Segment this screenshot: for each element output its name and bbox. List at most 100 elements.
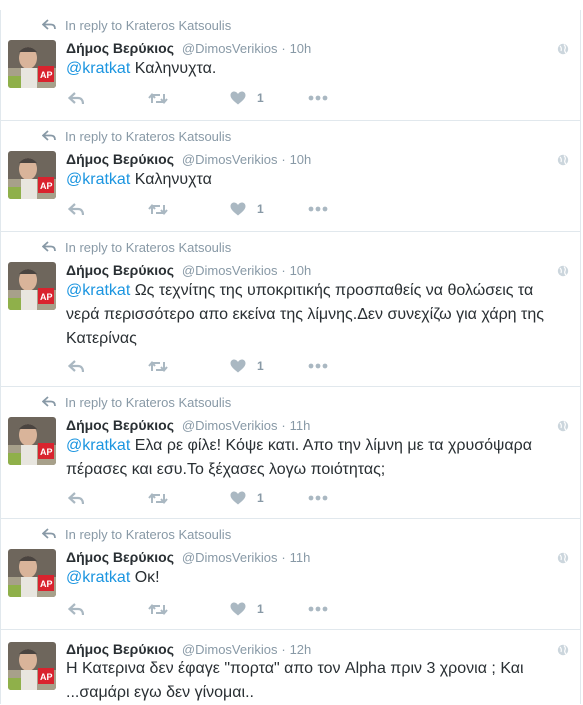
retweet-button[interactable] bbox=[148, 92, 230, 105]
reply-context[interactable]: In reply to Krateros Katsoulis bbox=[42, 393, 231, 411]
tweet[interactable]: In reply to Krateros Katsoulis AP Δήμος … bbox=[0, 232, 581, 387]
reply-context-text: In reply to Krateros Katsoulis bbox=[65, 17, 232, 33]
avatar[interactable]: AP bbox=[8, 417, 56, 465]
reply-button[interactable] bbox=[68, 491, 148, 505]
retweet-icon bbox=[148, 360, 168, 372]
reply-context-text: In reply to Krateros Katsoulis bbox=[65, 526, 232, 542]
retweet-button[interactable] bbox=[148, 360, 230, 373]
author-name[interactable]: Δήμος Βερύκιος bbox=[66, 151, 174, 167]
more-button[interactable] bbox=[308, 606, 328, 612]
mention-link[interactable]: @kratkat bbox=[66, 569, 130, 586]
separator-dot: · bbox=[281, 41, 286, 56]
reply-context[interactable]: In reply to Krateros Katsoulis bbox=[42, 127, 231, 145]
more-button[interactable] bbox=[308, 95, 328, 101]
reply-button[interactable] bbox=[68, 359, 148, 373]
retweet-icon bbox=[148, 92, 168, 104]
reply-button[interactable] bbox=[68, 202, 148, 216]
mention-link[interactable]: @kratkat bbox=[66, 171, 130, 188]
reply-button[interactable] bbox=[68, 91, 148, 105]
like-button[interactable]: 1 bbox=[230, 202, 308, 216]
tweet-text: @kratkat Οκ! bbox=[66, 566, 571, 590]
avatar[interactable]: AP bbox=[8, 262, 56, 310]
mention-link[interactable]: @kratkat bbox=[66, 60, 130, 77]
svg-text:AP: AP bbox=[40, 579, 53, 589]
separator-dot: · bbox=[281, 550, 286, 565]
separator-dot: · bbox=[281, 418, 286, 433]
tweet-header: Δήμος Βερύκιος @DimosVerikios · 11h bbox=[66, 417, 310, 433]
like-button[interactable]: 1 bbox=[230, 91, 308, 105]
avatar[interactable]: AP bbox=[8, 40, 56, 88]
author-handle[interactable]: @DimosVerikios bbox=[182, 642, 278, 657]
avatar[interactable]: AP bbox=[8, 642, 56, 690]
avatar[interactable]: AP bbox=[8, 151, 56, 199]
like-button[interactable]: 1 bbox=[230, 602, 308, 616]
like-button[interactable]: 1 bbox=[230, 359, 308, 373]
tweet[interactable]: In reply to Krateros Katsoulis AP Δήμος … bbox=[0, 10, 581, 121]
timestamp[interactable]: 11h bbox=[290, 418, 311, 433]
more-button[interactable] bbox=[308, 206, 328, 212]
tweet[interactable]: AP Δήμος Βερύκιος @DimosVerikios · 12h Η… bbox=[0, 630, 581, 704]
author-name[interactable]: Δήμος Βερύκιος bbox=[66, 40, 174, 56]
tweet-actions: 1 bbox=[68, 490, 328, 506]
reply-icon bbox=[68, 202, 84, 215]
reply-context[interactable]: In reply to Krateros Katsoulis bbox=[42, 16, 231, 34]
tweet[interactable]: In reply to Krateros Katsoulis AP Δήμος … bbox=[0, 387, 581, 519]
tweet-header: Δήμος Βερύκιος @DimosVerikios · 10h bbox=[66, 262, 311, 278]
svg-text:AP: AP bbox=[40, 181, 53, 191]
author-handle[interactable]: @DimosVerikios bbox=[182, 263, 278, 278]
tweet-actions: 1 bbox=[68, 358, 328, 374]
more-button[interactable] bbox=[308, 495, 328, 501]
globe-icon bbox=[557, 43, 569, 55]
author-handle[interactable]: @DimosVerikios bbox=[182, 550, 278, 565]
reply-context-text: In reply to Krateros Katsoulis bbox=[65, 128, 232, 144]
globe-icon bbox=[557, 644, 569, 656]
reply-button[interactable] bbox=[68, 602, 148, 616]
like-count: 1 bbox=[257, 491, 264, 505]
tweet-actions: 1 bbox=[68, 601, 328, 617]
reply-arrow-icon bbox=[42, 130, 56, 141]
timestamp[interactable]: 12h bbox=[290, 642, 312, 657]
author-handle[interactable]: @DimosVerikios bbox=[182, 152, 278, 167]
author-name[interactable]: Δήμος Βερύκιος bbox=[66, 641, 174, 657]
author-handle[interactable]: @DimosVerikios bbox=[182, 41, 278, 56]
tweet-header: Δήμος Βερύκιος @DimosVerikios · 10h bbox=[66, 151, 311, 167]
tweet-body: Οκ! bbox=[130, 569, 160, 586]
avatar[interactable]: AP bbox=[8, 549, 56, 597]
tweet-text: @kratkat Ελα ρε φίλε! Κόψε κατι. Απο την… bbox=[66, 434, 571, 482]
timestamp[interactable]: 10h bbox=[290, 41, 312, 56]
author-name[interactable]: Δήμος Βερύκιος bbox=[66, 417, 174, 433]
svg-text:AP: AP bbox=[40, 70, 53, 80]
separator-dot: · bbox=[281, 642, 286, 657]
timestamp[interactable]: 11h bbox=[290, 550, 311, 565]
tweet-header: Δήμος Βερύκιος @DimosVerikios · 12h bbox=[66, 641, 311, 657]
reply-context-text: In reply to Krateros Katsoulis bbox=[65, 239, 232, 255]
author-handle[interactable]: @DimosVerikios bbox=[182, 418, 278, 433]
reply-context-text: In reply to Krateros Katsoulis bbox=[65, 394, 232, 410]
retweet-button[interactable] bbox=[148, 492, 230, 505]
more-button[interactable] bbox=[308, 363, 328, 369]
reply-icon bbox=[68, 91, 84, 104]
reply-icon bbox=[68, 359, 84, 372]
tweet[interactable]: In reply to Krateros Katsoulis AP Δήμος … bbox=[0, 519, 581, 630]
retweet-icon bbox=[148, 203, 168, 215]
globe-icon bbox=[557, 552, 569, 564]
mention-link[interactable]: @kratkat bbox=[66, 282, 130, 299]
heart-icon bbox=[230, 602, 246, 616]
tweet-body: Καληνυχτα. bbox=[130, 60, 217, 77]
tweet[interactable]: In reply to Krateros Katsoulis AP Δήμος … bbox=[0, 121, 581, 232]
retweet-button[interactable] bbox=[148, 603, 230, 616]
separator-dot: · bbox=[281, 152, 286, 167]
tweet-text: Η Κατερινα δεν έφαγε "πορτα" απο τον Alp… bbox=[66, 657, 571, 705]
reply-icon bbox=[68, 491, 84, 504]
mention-link[interactable]: @kratkat bbox=[66, 437, 130, 454]
like-count: 1 bbox=[257, 91, 264, 105]
reply-context[interactable]: In reply to Krateros Katsoulis bbox=[42, 525, 231, 543]
author-name[interactable]: Δήμος Βερύκιος bbox=[66, 262, 174, 278]
timestamp[interactable]: 10h bbox=[290, 152, 312, 167]
timestamp[interactable]: 10h bbox=[290, 263, 312, 278]
reply-context[interactable]: In reply to Krateros Katsoulis bbox=[42, 238, 231, 256]
author-name[interactable]: Δήμος Βερύκιος bbox=[66, 549, 174, 565]
reply-icon bbox=[68, 602, 84, 615]
like-button[interactable]: 1 bbox=[230, 491, 308, 505]
retweet-button[interactable] bbox=[148, 203, 230, 216]
